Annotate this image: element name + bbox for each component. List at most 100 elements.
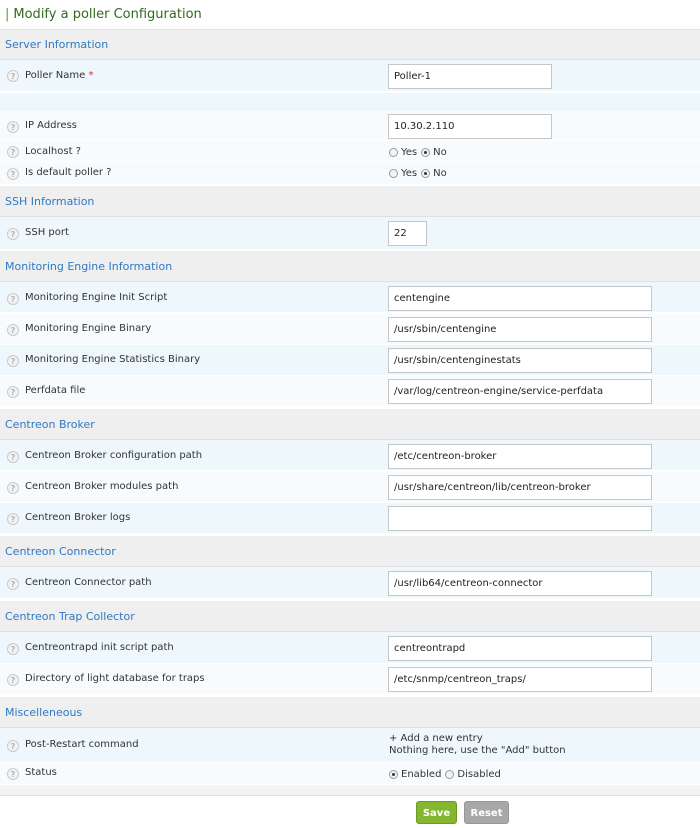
- form-footer-bar: [0, 785, 700, 796]
- section-centreon-connector: Centreon Connector: [0, 536, 700, 567]
- default-poller-yes-label: Yes: [401, 168, 418, 179]
- connector-path-label: Centreon Connector path: [25, 577, 152, 588]
- trap-db-dir-label: Directory of light database for traps: [25, 673, 205, 684]
- section-title: Centreon Broker: [5, 418, 95, 431]
- localhost-no-radio[interactable]: [421, 148, 431, 157]
- engine-binary-label: Monitoring Engine Binary: [25, 323, 152, 334]
- default-poller-label: Is default poller ?: [25, 167, 112, 178]
- perfdata-input[interactable]: /var/log/centreon-engine/service-perfdat…: [388, 379, 652, 404]
- row-post-restart-command: ? Post-Restart command + Add a new entry…: [0, 728, 700, 763]
- status-enabled-label: Enabled: [401, 769, 442, 780]
- connector-path-input[interactable]: /usr/lib64/centreon-connector: [388, 571, 652, 596]
- section-title: Monitoring Engine Information: [5, 260, 173, 273]
- localhost-radio-group: Yes No: [389, 147, 451, 158]
- save-button[interactable]: Save: [416, 801, 457, 824]
- help-icon[interactable]: ?: [7, 70, 19, 82]
- row-default-poller: ? Is default poller ? Yes No: [0, 162, 700, 185]
- localhost-no-label: No: [433, 147, 447, 158]
- help-icon[interactable]: ?: [7, 643, 19, 655]
- row-ssh-port: ? SSH port 22: [0, 217, 700, 250]
- row-trap-db-directory: ? Directory of light database for traps …: [0, 664, 700, 695]
- engine-init-label: Monitoring Engine Init Script: [25, 292, 168, 303]
- engine-binary-input[interactable]: /usr/sbin/centengine: [388, 317, 652, 342]
- broker-modules-label: Centreon Broker modules path: [25, 481, 179, 492]
- section-ssh-information: SSH Information: [0, 186, 700, 217]
- section-title: SSH Information: [5, 195, 95, 208]
- help-icon[interactable]: ?: [7, 168, 19, 180]
- status-disabled-label: Disabled: [457, 769, 501, 780]
- ssh-port-label: SSH port: [25, 227, 69, 238]
- spacer-row: [0, 93, 700, 111]
- help-icon[interactable]: ?: [7, 578, 19, 590]
- engine-stats-label: Monitoring Engine Statistics Binary: [25, 354, 201, 365]
- section-title: Miscelleneous: [5, 706, 83, 719]
- localhost-label: Localhost ?: [25, 146, 81, 157]
- ssh-port-input[interactable]: 22: [388, 221, 427, 246]
- row-localhost: ? Localhost ? Yes No: [0, 141, 700, 162]
- poller-name-label: Poller Name *: [25, 70, 94, 81]
- section-centreon-broker: Centreon Broker: [0, 409, 700, 440]
- broker-logs-label: Centreon Broker logs: [25, 512, 131, 523]
- help-icon[interactable]: ?: [7, 146, 19, 158]
- section-title: Centreon Connector: [5, 545, 116, 558]
- empty-entries-text: Nothing here, use the "Add" button: [389, 745, 566, 756]
- perfdata-label: Perfdata file: [25, 385, 86, 396]
- row-trapd-init-script: ? Centreontrapd init script path centreo…: [0, 632, 700, 664]
- help-icon[interactable]: ?: [7, 228, 19, 240]
- row-engine-stats-binary: ? Monitoring Engine Statistics Binary /u…: [0, 345, 700, 376]
- localhost-yes-label: Yes: [401, 147, 418, 158]
- default-poller-radio-group: Yes No: [389, 168, 451, 179]
- status-label: Status: [25, 767, 57, 778]
- help-icon[interactable]: ?: [7, 293, 19, 305]
- default-poller-no-label: No: [433, 168, 447, 179]
- broker-config-input[interactable]: /etc/centreon-broker: [388, 444, 652, 469]
- help-icon[interactable]: ?: [7, 451, 19, 463]
- row-engine-init-script: ? Monitoring Engine Init Script centengi…: [0, 282, 700, 313]
- ip-address-label: IP Address: [25, 120, 77, 131]
- section-server-information: Server Information: [0, 30, 700, 60]
- help-icon[interactable]: ?: [7, 386, 19, 398]
- reset-button[interactable]: Reset: [464, 801, 509, 824]
- ip-address-input[interactable]: 10.30.2.110: [388, 114, 552, 139]
- row-broker-modules-path: ? Centreon Broker modules path /usr/shar…: [0, 472, 700, 503]
- section-miscelleneous: Miscelleneous: [0, 697, 700, 728]
- row-connector-path: ? Centreon Connector path /usr/lib64/cen…: [0, 567, 700, 599]
- row-perfdata: ? Perfdata file /var/log/centreon-engine…: [0, 376, 700, 407]
- post-restart-label: Post-Restart command: [25, 739, 139, 750]
- broker-modules-input[interactable]: /usr/share/centreon/lib/centreon-broker: [388, 475, 652, 500]
- help-icon[interactable]: ?: [7, 324, 19, 336]
- broker-config-label: Centreon Broker configuration path: [25, 450, 203, 461]
- section-title: Server Information: [5, 38, 109, 51]
- default-poller-yes-radio[interactable]: [389, 169, 398, 178]
- post-restart-entries: + Add a new entry Nothing here, use the …: [389, 733, 566, 757]
- engine-stats-input[interactable]: /usr/sbin/centenginestats: [388, 348, 652, 373]
- help-icon[interactable]: ?: [7, 482, 19, 494]
- row-status: ? Status Enabled Disabled: [0, 763, 700, 785]
- broker-logs-input[interactable]: [388, 506, 652, 531]
- help-icon[interactable]: ?: [7, 740, 19, 752]
- help-icon[interactable]: ?: [7, 355, 19, 367]
- trapd-init-input[interactable]: centreontrapd: [388, 636, 652, 661]
- status-disabled-radio[interactable]: [445, 770, 455, 779]
- trap-db-dir-input[interactable]: /etc/snmp/centreon_traps/: [388, 667, 652, 692]
- status-radio-group: Enabled Disabled: [389, 769, 505, 780]
- section-monitoring-engine: Monitoring Engine Information: [0, 251, 700, 282]
- page-title: | Modify a poller Configuration: [5, 7, 202, 22]
- status-enabled-radio[interactable]: [389, 770, 398, 779]
- help-icon[interactable]: ?: [7, 513, 19, 525]
- required-marker: *: [88, 70, 94, 81]
- section-trap-collector: Centreon Trap Collector: [0, 601, 700, 632]
- help-icon[interactable]: ?: [7, 121, 19, 133]
- help-icon[interactable]: ?: [7, 674, 19, 686]
- default-poller-no-radio[interactable]: [421, 169, 431, 178]
- help-icon[interactable]: ?: [7, 768, 19, 780]
- row-poller-name: ? Poller Name * Poller-1: [0, 60, 700, 92]
- localhost-yes-radio[interactable]: [389, 148, 398, 157]
- add-entry-link[interactable]: + Add a new entry: [389, 733, 566, 745]
- row-broker-logs: ? Centreon Broker logs: [0, 503, 700, 534]
- trapd-init-label: Centreontrapd init script path: [25, 642, 174, 653]
- poller-name-input[interactable]: Poller-1: [388, 64, 552, 89]
- section-title: Centreon Trap Collector: [5, 610, 135, 623]
- row-engine-binary: ? Monitoring Engine Binary /usr/sbin/cen…: [0, 314, 700, 345]
- engine-init-input[interactable]: centengine: [388, 286, 652, 311]
